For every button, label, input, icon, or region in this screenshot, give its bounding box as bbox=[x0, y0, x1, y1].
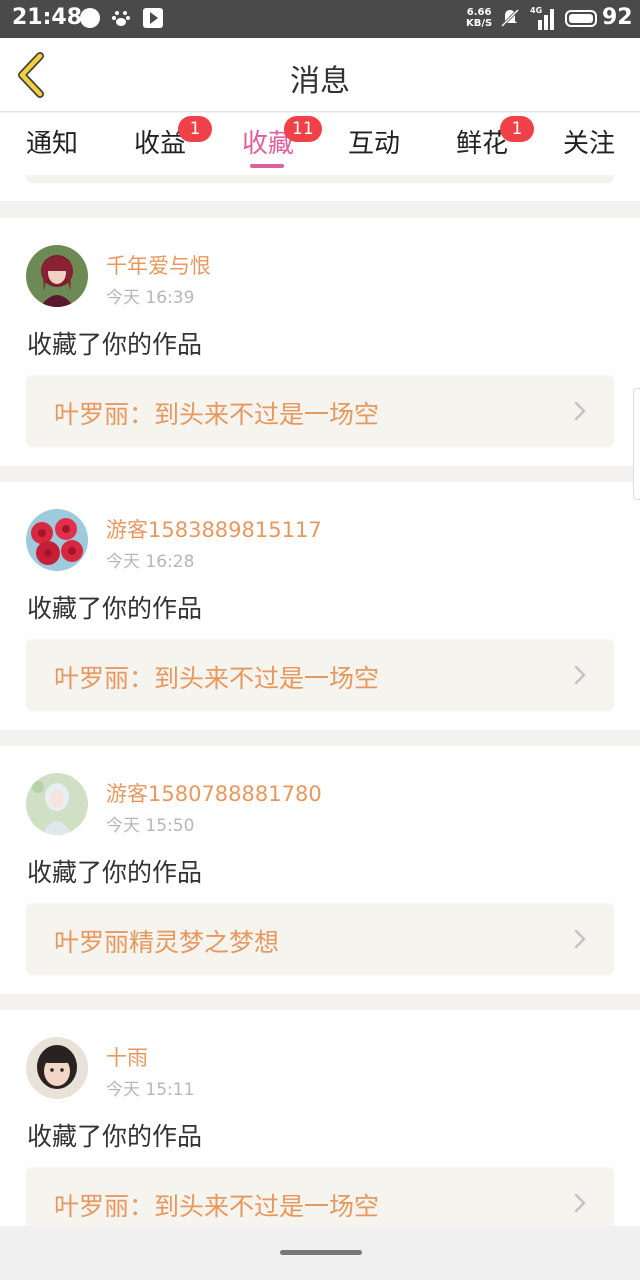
chevron-right-icon bbox=[574, 1193, 586, 1213]
home-gesture-bar[interactable] bbox=[280, 1250, 362, 1255]
username[interactable]: 游客1580788881780 bbox=[106, 778, 322, 808]
tab-interactions[interactable]: 互动 bbox=[348, 123, 400, 160]
work-title: 叶罗丽：到头来不过是一场空 bbox=[54, 400, 380, 429]
muted-bell-icon bbox=[500, 8, 520, 28]
message-action: 收藏了你的作品 bbox=[27, 594, 203, 623]
tab-badge: 1 bbox=[500, 116, 534, 142]
baidu-paw-icon bbox=[111, 8, 131, 28]
status-bar: 21:48 6.66 KB/S 4G 92 bbox=[0, 0, 640, 38]
tab-bar: 通知 收益 1 收藏 11 互动 鲜花 1 关注 bbox=[0, 113, 640, 171]
work-link[interactable]: 叶罗丽：到头来不过是一场空 bbox=[26, 639, 614, 711]
message-card: 十雨 今天 15:11 收藏了你的作品 叶罗丽：到头来不过是一场空 bbox=[0, 1010, 640, 1258]
tab-badge: 11 bbox=[284, 116, 322, 142]
network-speed: 6.66 KB/S bbox=[466, 7, 492, 29]
signal-icon bbox=[530, 6, 556, 30]
avatar[interactable] bbox=[26, 245, 88, 307]
chevron-right-icon bbox=[574, 665, 586, 685]
message-time: 今天 15:50 bbox=[106, 816, 195, 836]
chevron-right-icon bbox=[574, 929, 586, 949]
page-title: 消息 bbox=[290, 64, 350, 99]
tab-notifications[interactable]: 通知 bbox=[26, 123, 78, 160]
message-card: 游客1580788881780 今天 15:50 收藏了你的作品 叶罗丽精灵梦之… bbox=[0, 746, 640, 994]
chevron-right-icon bbox=[574, 401, 586, 421]
network-speed-unit: KB/S bbox=[466, 18, 493, 29]
avatar[interactable] bbox=[26, 773, 88, 835]
username[interactable]: 游客1583889815117 bbox=[106, 514, 322, 544]
network-speed-value: 6.66 bbox=[466, 7, 492, 18]
tab-earnings[interactable]: 收益 1 bbox=[134, 116, 212, 160]
work-link[interactable]: 叶罗丽：到头来不过是一场空 bbox=[26, 375, 614, 447]
avatar[interactable] bbox=[26, 509, 88, 571]
edge-scroll-handle[interactable] bbox=[633, 388, 640, 500]
message-time: 今天 16:28 bbox=[106, 552, 195, 572]
tab-favorites[interactable]: 收藏 11 bbox=[242, 116, 322, 160]
tab-label: 关注 bbox=[563, 129, 616, 159]
avatar[interactable] bbox=[26, 1037, 88, 1099]
message-action: 收藏了你的作品 bbox=[27, 330, 203, 359]
message-card: 游客1583889815117 今天 16:28 收藏了你的作品 叶罗丽：到头来… bbox=[0, 482, 640, 730]
active-tab-indicator bbox=[250, 164, 284, 168]
message-action: 收藏了你的作品 bbox=[27, 1122, 203, 1151]
battery-icon bbox=[565, 10, 597, 27]
tab-following[interactable]: 关注 bbox=[563, 123, 615, 160]
message-time: 今天 16:39 bbox=[106, 288, 195, 308]
status-time: 21:48 bbox=[12, 5, 83, 30]
tab-label: 互动 bbox=[348, 129, 401, 159]
work-title: 叶罗丽：到头来不过是一场空 bbox=[54, 664, 380, 693]
tab-label: 通知 bbox=[26, 129, 79, 159]
work-title: 叶罗丽：到头来不过是一场空 bbox=[54, 1192, 380, 1221]
tab-flowers[interactable]: 鲜花 1 bbox=[456, 116, 534, 160]
work-title: 叶罗丽精灵梦之梦想 bbox=[54, 928, 280, 957]
work-link[interactable]: 叶罗丽精灵梦之梦想 bbox=[26, 903, 614, 975]
tab-badge: 1 bbox=[178, 116, 212, 142]
message-card: 千年爱与恨 今天 16:39 收藏了你的作品 叶罗丽：到头来不过是一场空 bbox=[0, 218, 640, 466]
system-nav-bar bbox=[0, 1226, 640, 1280]
message-time: 今天 15:11 bbox=[106, 1080, 195, 1100]
username[interactable]: 千年爱与恨 bbox=[106, 250, 211, 280]
message-dot-icon bbox=[80, 8, 100, 28]
battery-level: 92 bbox=[602, 5, 633, 30]
message-action: 收藏了你的作品 bbox=[27, 858, 203, 887]
previous-card-edge bbox=[0, 171, 640, 201]
username[interactable]: 十雨 bbox=[106, 1042, 148, 1072]
video-play-icon bbox=[143, 8, 163, 28]
app-header: 消息 bbox=[0, 38, 640, 112]
